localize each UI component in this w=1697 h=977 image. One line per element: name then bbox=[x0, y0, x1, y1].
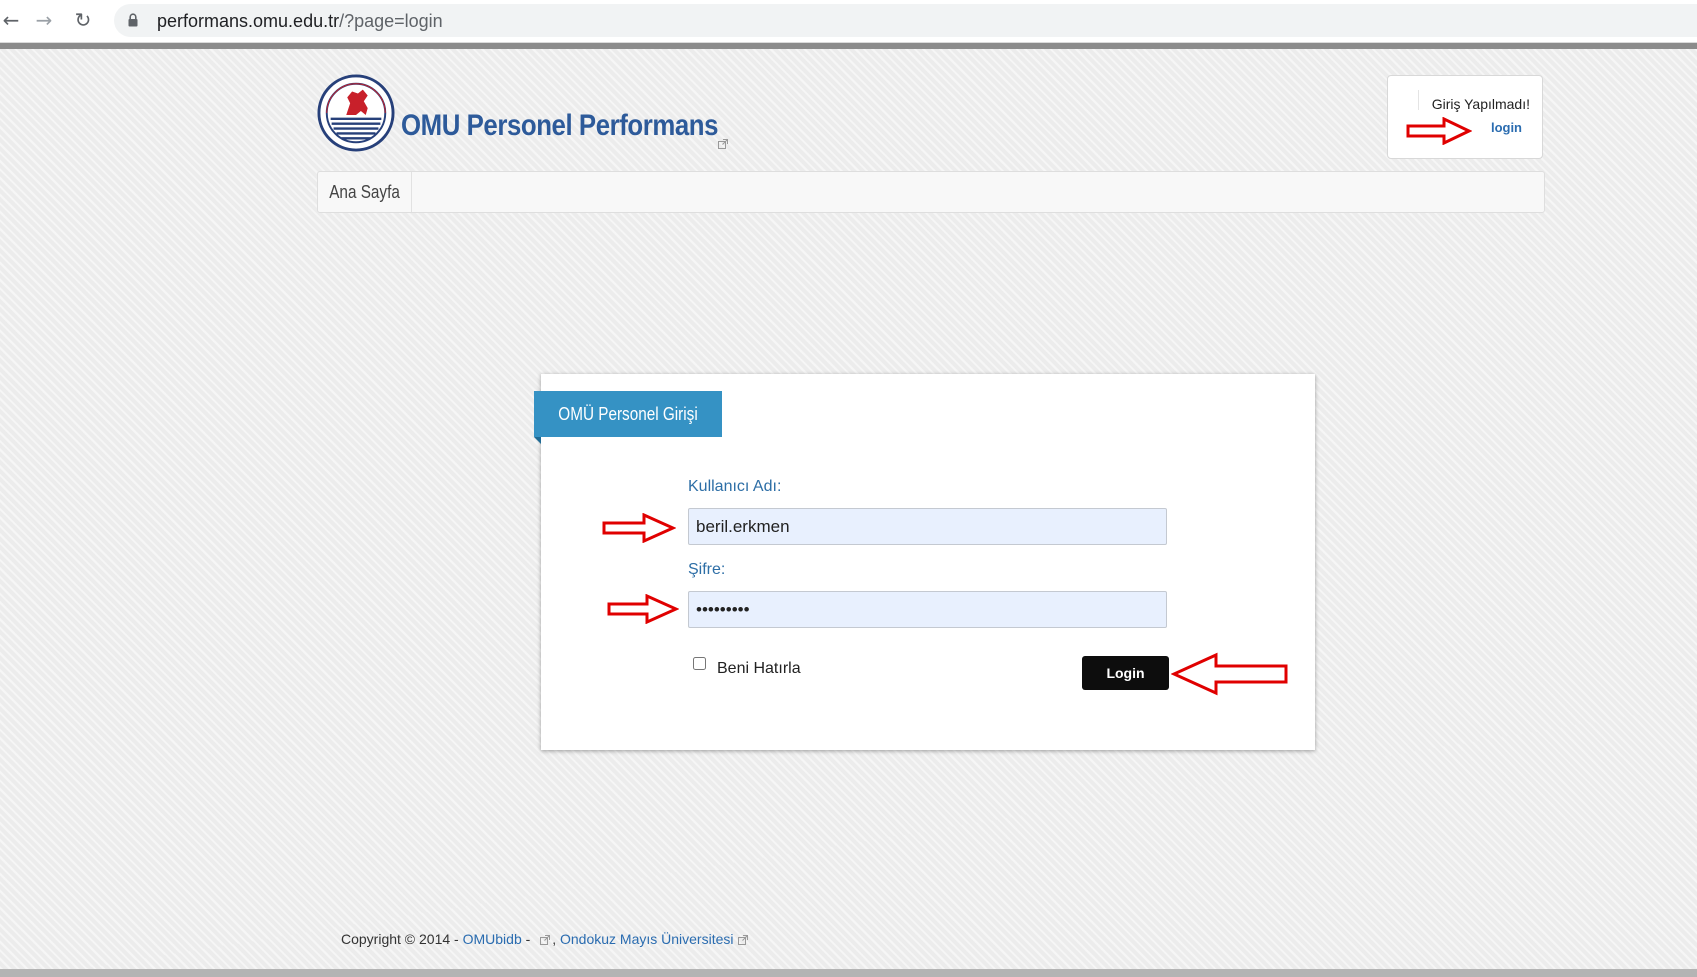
footer: Copyright © 2014 - OMUbidb - , Ondokuz M… bbox=[341, 931, 750, 947]
username-input[interactable] bbox=[688, 508, 1167, 545]
ribbon-fold bbox=[534, 437, 541, 444]
arrow-right-icon[interactable]: → bbox=[33, 9, 55, 31]
external-link-icon[interactable] bbox=[737, 935, 748, 946]
external-link-icon[interactable] bbox=[718, 139, 728, 149]
annotation-arrow-left-icon bbox=[1171, 652, 1288, 696]
remember-me-label: Beni Hatırla bbox=[717, 660, 801, 677]
login-button[interactable]: Login bbox=[1082, 656, 1169, 690]
annotation-arrow-right-icon bbox=[607, 594, 679, 624]
top-divider bbox=[0, 43, 1697, 49]
url-domain: performans.omu.edu.tr bbox=[157, 11, 340, 31]
footer-comma: , bbox=[552, 931, 557, 947]
address-bar[interactable]: performans.omu.edu.tr/?page=login bbox=[114, 4, 1697, 37]
footer-link-omubidb[interactable]: OMUbidb bbox=[463, 931, 522, 947]
lock-icon bbox=[128, 13, 138, 27]
main-navbar: Ana Sayfa bbox=[317, 171, 1545, 213]
url-text[interactable]: performans.omu.edu.tr/?page=login bbox=[157, 11, 443, 32]
arrow-left-icon[interactable]: ← bbox=[0, 9, 22, 31]
username-label: Kullanıcı Adı: bbox=[688, 478, 782, 495]
footer-separator: - bbox=[521, 931, 535, 947]
bottom-divider bbox=[0, 969, 1697, 977]
password-input[interactable] bbox=[688, 591, 1167, 628]
footer-copyright: Copyright © 2014 - bbox=[341, 931, 463, 947]
panel-title-text: OMÜ Personel Girişi bbox=[558, 404, 698, 424]
browser-toolbar: ← → ↻ performans.omu.edu.tr/?page=login bbox=[0, 0, 1697, 43]
site-title[interactable]: OMU Personel Performans bbox=[401, 109, 718, 143]
footer-link-university[interactable]: Ondokuz Mayıs Üniversitesi bbox=[560, 931, 734, 947]
annotation-arrow-right-icon bbox=[1406, 117, 1472, 145]
remember-me-checkbox[interactable] bbox=[693, 657, 706, 670]
login-status-text: Giriş Yapılmadı! bbox=[1431, 96, 1530, 112]
nav-item-label: Ana Sayfa bbox=[329, 182, 400, 202]
annotation-arrow-right-icon bbox=[602, 513, 676, 543]
url-path: /?page=login bbox=[339, 11, 443, 31]
external-link-icon[interactable] bbox=[540, 935, 551, 946]
password-label: Şifre: bbox=[688, 561, 726, 578]
header-login-link[interactable]: login bbox=[1491, 120, 1522, 135]
nav-item-ana-sayfa[interactable]: Ana Sayfa bbox=[318, 172, 412, 212]
login-panel-title: OMÜ Personel Girişi bbox=[534, 391, 722, 437]
reload-icon[interactable]: ↻ bbox=[72, 9, 94, 31]
divider bbox=[1418, 90, 1419, 110]
university-logo bbox=[317, 74, 395, 152]
